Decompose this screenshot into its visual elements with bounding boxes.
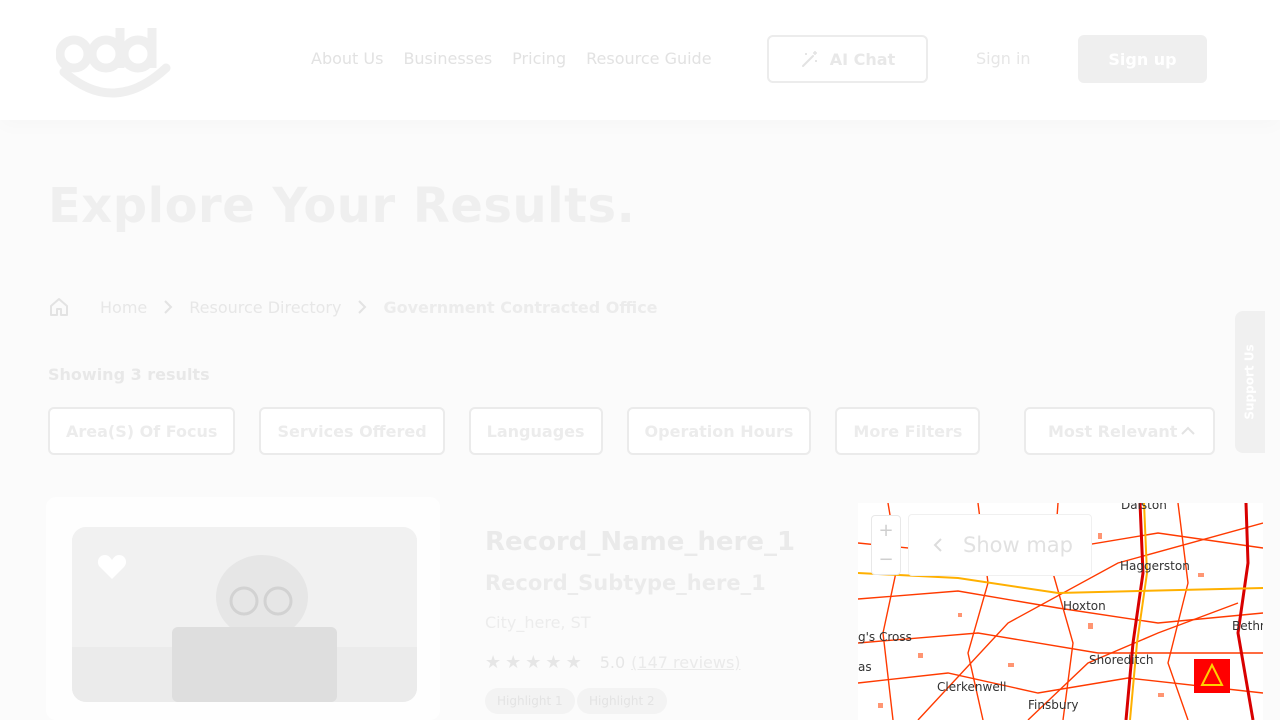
- show-map-label: Show map: [963, 533, 1073, 557]
- ai-chat-button[interactable]: AI Chat: [767, 35, 928, 83]
- record-subtype: Record_Subtype_here_1: [485, 571, 766, 595]
- heart-icon[interactable]: [96, 551, 128, 583]
- main-nav: About Us Businesses Pricing Resource Gui…: [311, 49, 712, 68]
- page-title: Explore Your Results.: [48, 178, 636, 234]
- magic-wand-icon: [801, 51, 817, 67]
- rating-value: 5.0: [599, 653, 626, 672]
- map-zoom-controls: + −: [871, 515, 901, 575]
- record-name[interactable]: Record_Name_here_1: [485, 527, 795, 557]
- oddy-logo[interactable]: [56, 18, 176, 98]
- site-header: About Us Businesses Pricing Resource Gui…: [0, 0, 1280, 120]
- filter-more-filters[interactable]: More Filters: [835, 407, 981, 455]
- map-label-dalston: Dalston: [1121, 503, 1167, 512]
- nav-businesses[interactable]: Businesses: [403, 49, 492, 68]
- sign-in-link[interactable]: Sign in: [976, 49, 1031, 68]
- chevron-right-icon: [164, 300, 173, 314]
- breadcrumb-resource-directory[interactable]: Resource Directory: [189, 298, 341, 317]
- star-rating: ★ ★ ★ ★ ★: [485, 651, 582, 673]
- map-label-bethnal: Bethnal: [1232, 619, 1263, 633]
- highlight-chip: Highlight 2: [577, 688, 667, 714]
- star-icon: ★: [485, 651, 502, 673]
- star-icon: ★: [565, 651, 582, 673]
- chevron-right-icon: [358, 300, 367, 314]
- highlight-chip: Highlight 1: [485, 688, 575, 714]
- sort-selected-value: Most Relevant: [1048, 421, 1178, 441]
- reviews-link[interactable]: (147 reviews): [631, 653, 740, 672]
- map-label-haggerston: Haggerston: [1120, 559, 1190, 573]
- nav-resource-guide[interactable]: Resource Guide: [586, 49, 711, 68]
- star-icon: ★: [525, 651, 542, 673]
- record-location: City_here, ST: [485, 613, 591, 632]
- chevron-up-icon: [1181, 426, 1195, 435]
- breadcrumb-current: Government Contracted Office: [383, 297, 658, 317]
- warning-icon: [1200, 662, 1224, 686]
- record-rating: ★ ★ ★ ★ ★ 5.0 (147 reviews): [485, 653, 741, 672]
- breadcrumb: Home Resource Directory Government Contr…: [48, 294, 658, 320]
- filter-bar: Area(S) Of Focus Services Offered Langua…: [48, 407, 981, 455]
- filter-area-of-focus[interactable]: Area(S) Of Focus: [48, 407, 236, 455]
- nav-about-us[interactable]: About Us: [311, 49, 383, 68]
- filter-languages[interactable]: Languages: [468, 407, 603, 455]
- sort-dropdown[interactable]: Most Relevant: [1024, 407, 1215, 455]
- map-label-partial: as: [858, 660, 872, 674]
- map-label-finsbury: Finsbury: [1028, 698, 1079, 712]
- show-map-button[interactable]: Show map: [908, 514, 1092, 576]
- map-label-clerkenwell: Clerkenwell: [937, 680, 1007, 694]
- nav-pricing[interactable]: Pricing: [512, 49, 566, 68]
- zoom-in-button[interactable]: +: [878, 520, 893, 541]
- ai-chat-label: AI Chat: [829, 49, 896, 69]
- map-label-shoreditch: Shoreditch: [1089, 653, 1154, 667]
- map-label-kings-cross: g's Cross: [858, 630, 912, 644]
- breadcrumb-home[interactable]: Home: [100, 298, 147, 317]
- map-label-hoxton: Hoxton: [1063, 599, 1106, 613]
- filter-operation-hours[interactable]: Operation Hours: [626, 407, 812, 455]
- home-icon[interactable]: [48, 296, 70, 318]
- zoom-out-button[interactable]: −: [878, 549, 893, 570]
- support-us-tab[interactable]: Support Us: [1235, 311, 1265, 453]
- star-icon: ★: [505, 651, 522, 673]
- filter-services-offered[interactable]: Services Offered: [259, 407, 445, 455]
- sign-up-button[interactable]: Sign up: [1078, 35, 1207, 83]
- results-count: Showing 3 results: [48, 365, 210, 384]
- star-icon: ★: [545, 651, 562, 673]
- map-marker[interactable]: [1194, 659, 1230, 693]
- support-us-label: Support Us: [1243, 344, 1258, 420]
- chevron-left-icon: [933, 538, 942, 552]
